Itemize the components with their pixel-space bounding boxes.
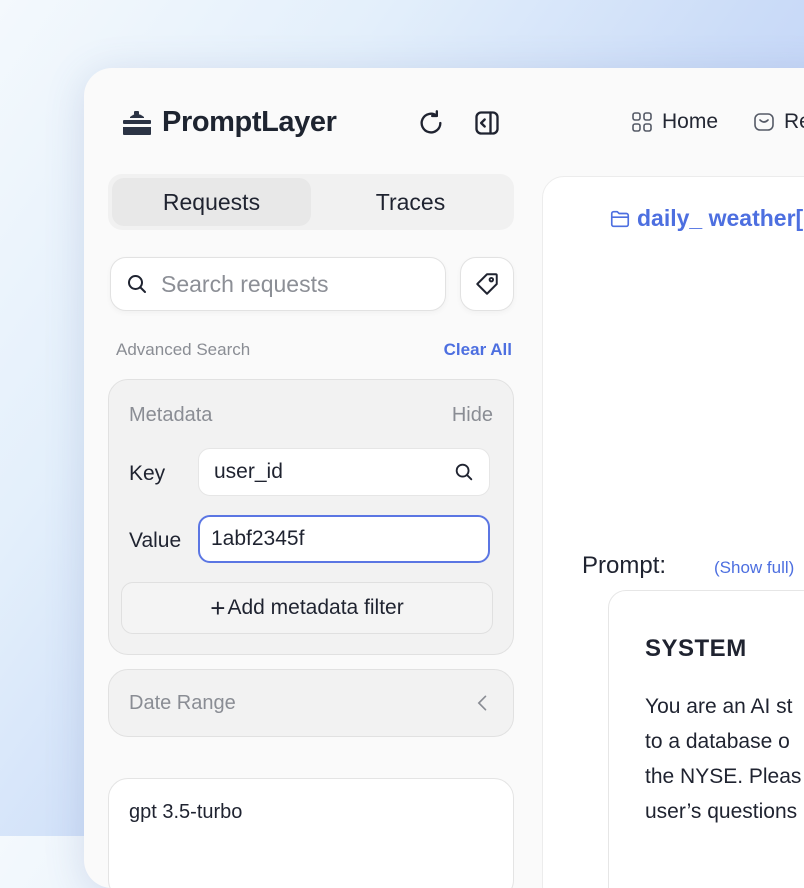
key-label: Key	[129, 462, 166, 485]
date-range-label: Date Range	[129, 692, 236, 714]
nav-home-label: Home	[662, 110, 719, 133]
search-box[interactable]	[110, 257, 446, 311]
sidebar-toggle-button[interactable]	[472, 108, 502, 138]
tab-traces[interactable]: Traces	[311, 178, 510, 226]
tag-icon	[476, 273, 498, 295]
search-icon	[455, 463, 473, 481]
prompt-folder-link[interactable]: daily_ weather[	[609, 205, 803, 232]
add-metadata-filter-button[interactable]: + Add metadata filter	[121, 582, 493, 634]
system-text-line: user’s questions	[645, 800, 798, 823]
metadata-hide-button[interactable]: Hide	[452, 404, 493, 427]
add-metadata-filter-label: Add metadata filter	[227, 596, 404, 619]
prompt-folder-name: daily_ weather[	[637, 205, 804, 231]
search-input[interactable]	[159, 269, 433, 299]
date-range-section[interactable]: Date Range	[108, 669, 514, 737]
advanced-search-label: Advanced Search	[116, 340, 251, 359]
prompt-label: Prompt:	[582, 552, 667, 579]
key-field[interactable]	[198, 448, 490, 496]
clear-all-link[interactable]: Clear All	[444, 340, 512, 360]
value-input[interactable]	[209, 526, 443, 552]
nav-registry-label: Re	[784, 110, 804, 133]
refresh-icon	[420, 110, 442, 134]
tag-filter-button[interactable]	[460, 257, 514, 311]
nav-home[interactable]: Home	[630, 110, 718, 134]
search-icon	[128, 275, 146, 293]
system-text-line: the NYSE. Pleas	[645, 765, 802, 788]
request-model: gpt 3.5-turbo	[129, 801, 243, 823]
logo-icon	[123, 110, 151, 135]
system-text-line: to a database o	[645, 730, 790, 753]
grid-icon	[632, 112, 652, 132]
request-trace-tabs: Requests Traces	[108, 174, 514, 230]
folder-icon	[610, 210, 630, 227]
metadata-panel: Metadata Hide Key Value + Add metadata f…	[108, 379, 514, 655]
app-name: PromptLayer	[162, 106, 337, 138]
system-text-line: You are an AI st	[645, 695, 793, 718]
key-input[interactable]	[212, 459, 446, 485]
plus-icon: +	[210, 593, 226, 623]
prompt-card: SYSTEM You are an AI st to a database o …	[608, 590, 804, 888]
value-field[interactable]	[198, 515, 490, 563]
metadata-title: Metadata	[129, 404, 213, 426]
nav-registry[interactable]: Re	[752, 110, 804, 134]
value-label: Value	[129, 529, 182, 552]
registry-icon	[754, 113, 774, 131]
chevron-left-icon	[477, 695, 487, 711]
tab-requests[interactable]: Requests	[112, 178, 311, 226]
show-full-link[interactable]: (Show full)	[714, 558, 794, 578]
logo[interactable]: PromptLayer	[120, 106, 337, 139]
system-role-label: SYSTEM	[645, 635, 747, 662]
sidebar-toggle-icon	[475, 111, 499, 135]
request-item[interactable]: gpt 3.5-turbo	[108, 778, 514, 888]
app-window: PromptLayer Home Re Requests Traces	[84, 68, 804, 888]
refresh-button[interactable]	[416, 108, 446, 138]
